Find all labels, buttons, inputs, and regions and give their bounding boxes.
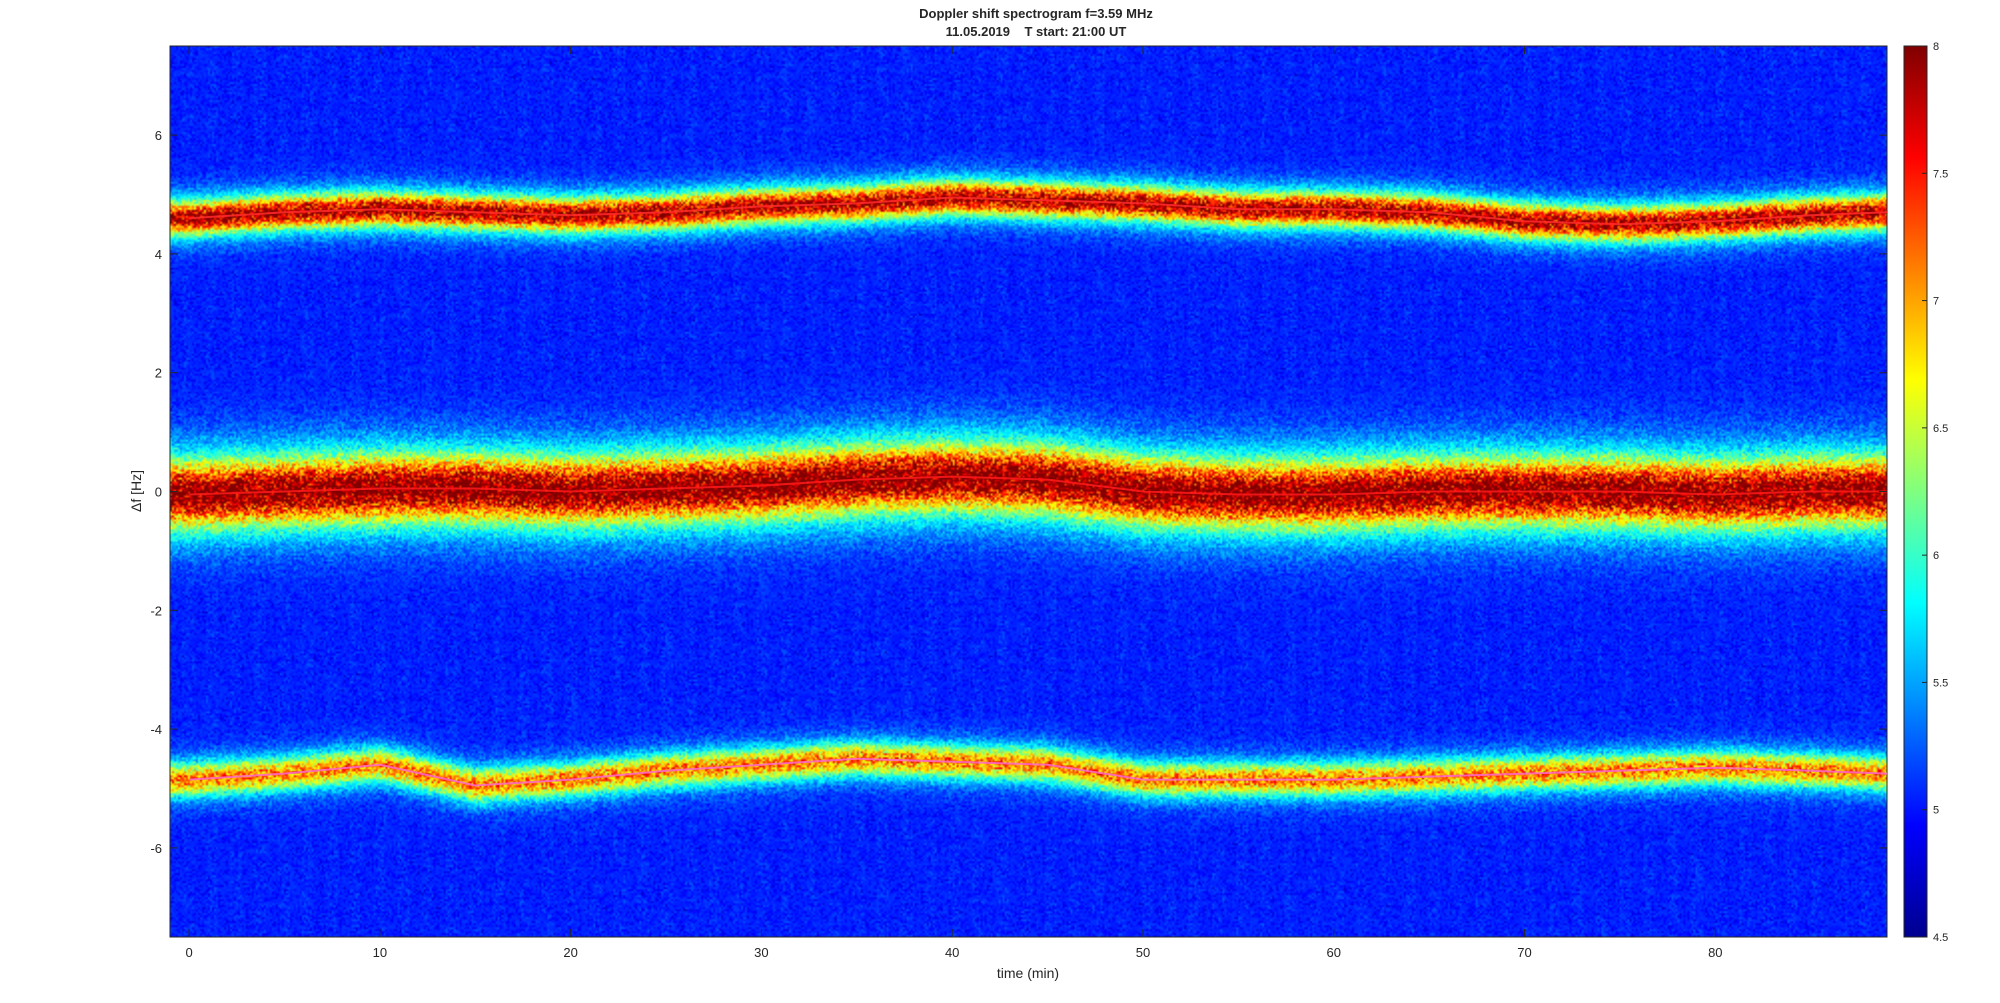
x-tick-label: 70 bbox=[1517, 945, 1531, 960]
colorbar-tick-label: 6.5 bbox=[1933, 423, 1948, 435]
colorbar-gradient bbox=[1903, 45, 1928, 938]
spectrogram-figure: Doppler shift spectrogram f=3.59 MHz 11.… bbox=[128, 6, 1948, 981]
colorbar-tick-label: 4.5 bbox=[1933, 932, 1948, 944]
x-tick-label: 80 bbox=[1708, 945, 1722, 960]
y-tick-label: -6 bbox=[150, 841, 162, 856]
colorbar: 8 7.5 7 6.5 6 5.5 5 4.5 bbox=[1903, 41, 1948, 944]
plot-area bbox=[169, 45, 1888, 938]
colorbar-tick-label: 6 bbox=[1933, 550, 1939, 562]
colorbar-tick-label: 8 bbox=[1933, 41, 1939, 53]
y-tick-label: -2 bbox=[150, 603, 162, 618]
colorbar-tick-label: 7.5 bbox=[1933, 168, 1948, 180]
y-tick-label: 2 bbox=[155, 366, 162, 381]
x-tick-label: 50 bbox=[1136, 945, 1150, 960]
x-axis-label: time (min) bbox=[997, 965, 1059, 981]
y-tick-label: 0 bbox=[155, 485, 162, 500]
y-axis-label: Δf [Hz] bbox=[128, 470, 144, 512]
chart-subtitle: 11.05.2019 T start: 21:00 UT bbox=[946, 24, 1127, 39]
y-tick-label: 4 bbox=[155, 247, 162, 262]
x-tick-label: 0 bbox=[185, 945, 192, 960]
x-tick-label: 60 bbox=[1327, 945, 1341, 960]
colorbar-tick-label: 7 bbox=[1933, 296, 1939, 308]
y-tick-label: -4 bbox=[150, 722, 162, 737]
y-tick-label: 6 bbox=[155, 128, 162, 143]
x-tick-label: 40 bbox=[945, 945, 959, 960]
chart-title: Doppler shift spectrogram f=3.59 MHz bbox=[919, 6, 1153, 21]
x-tick-label: 20 bbox=[563, 945, 577, 960]
colorbar-tick-label: 5 bbox=[1933, 805, 1939, 817]
x-tick-label: 30 bbox=[754, 945, 768, 960]
colorbar-tick-label: 5.5 bbox=[1933, 677, 1948, 689]
x-tick-label: 10 bbox=[373, 945, 387, 960]
